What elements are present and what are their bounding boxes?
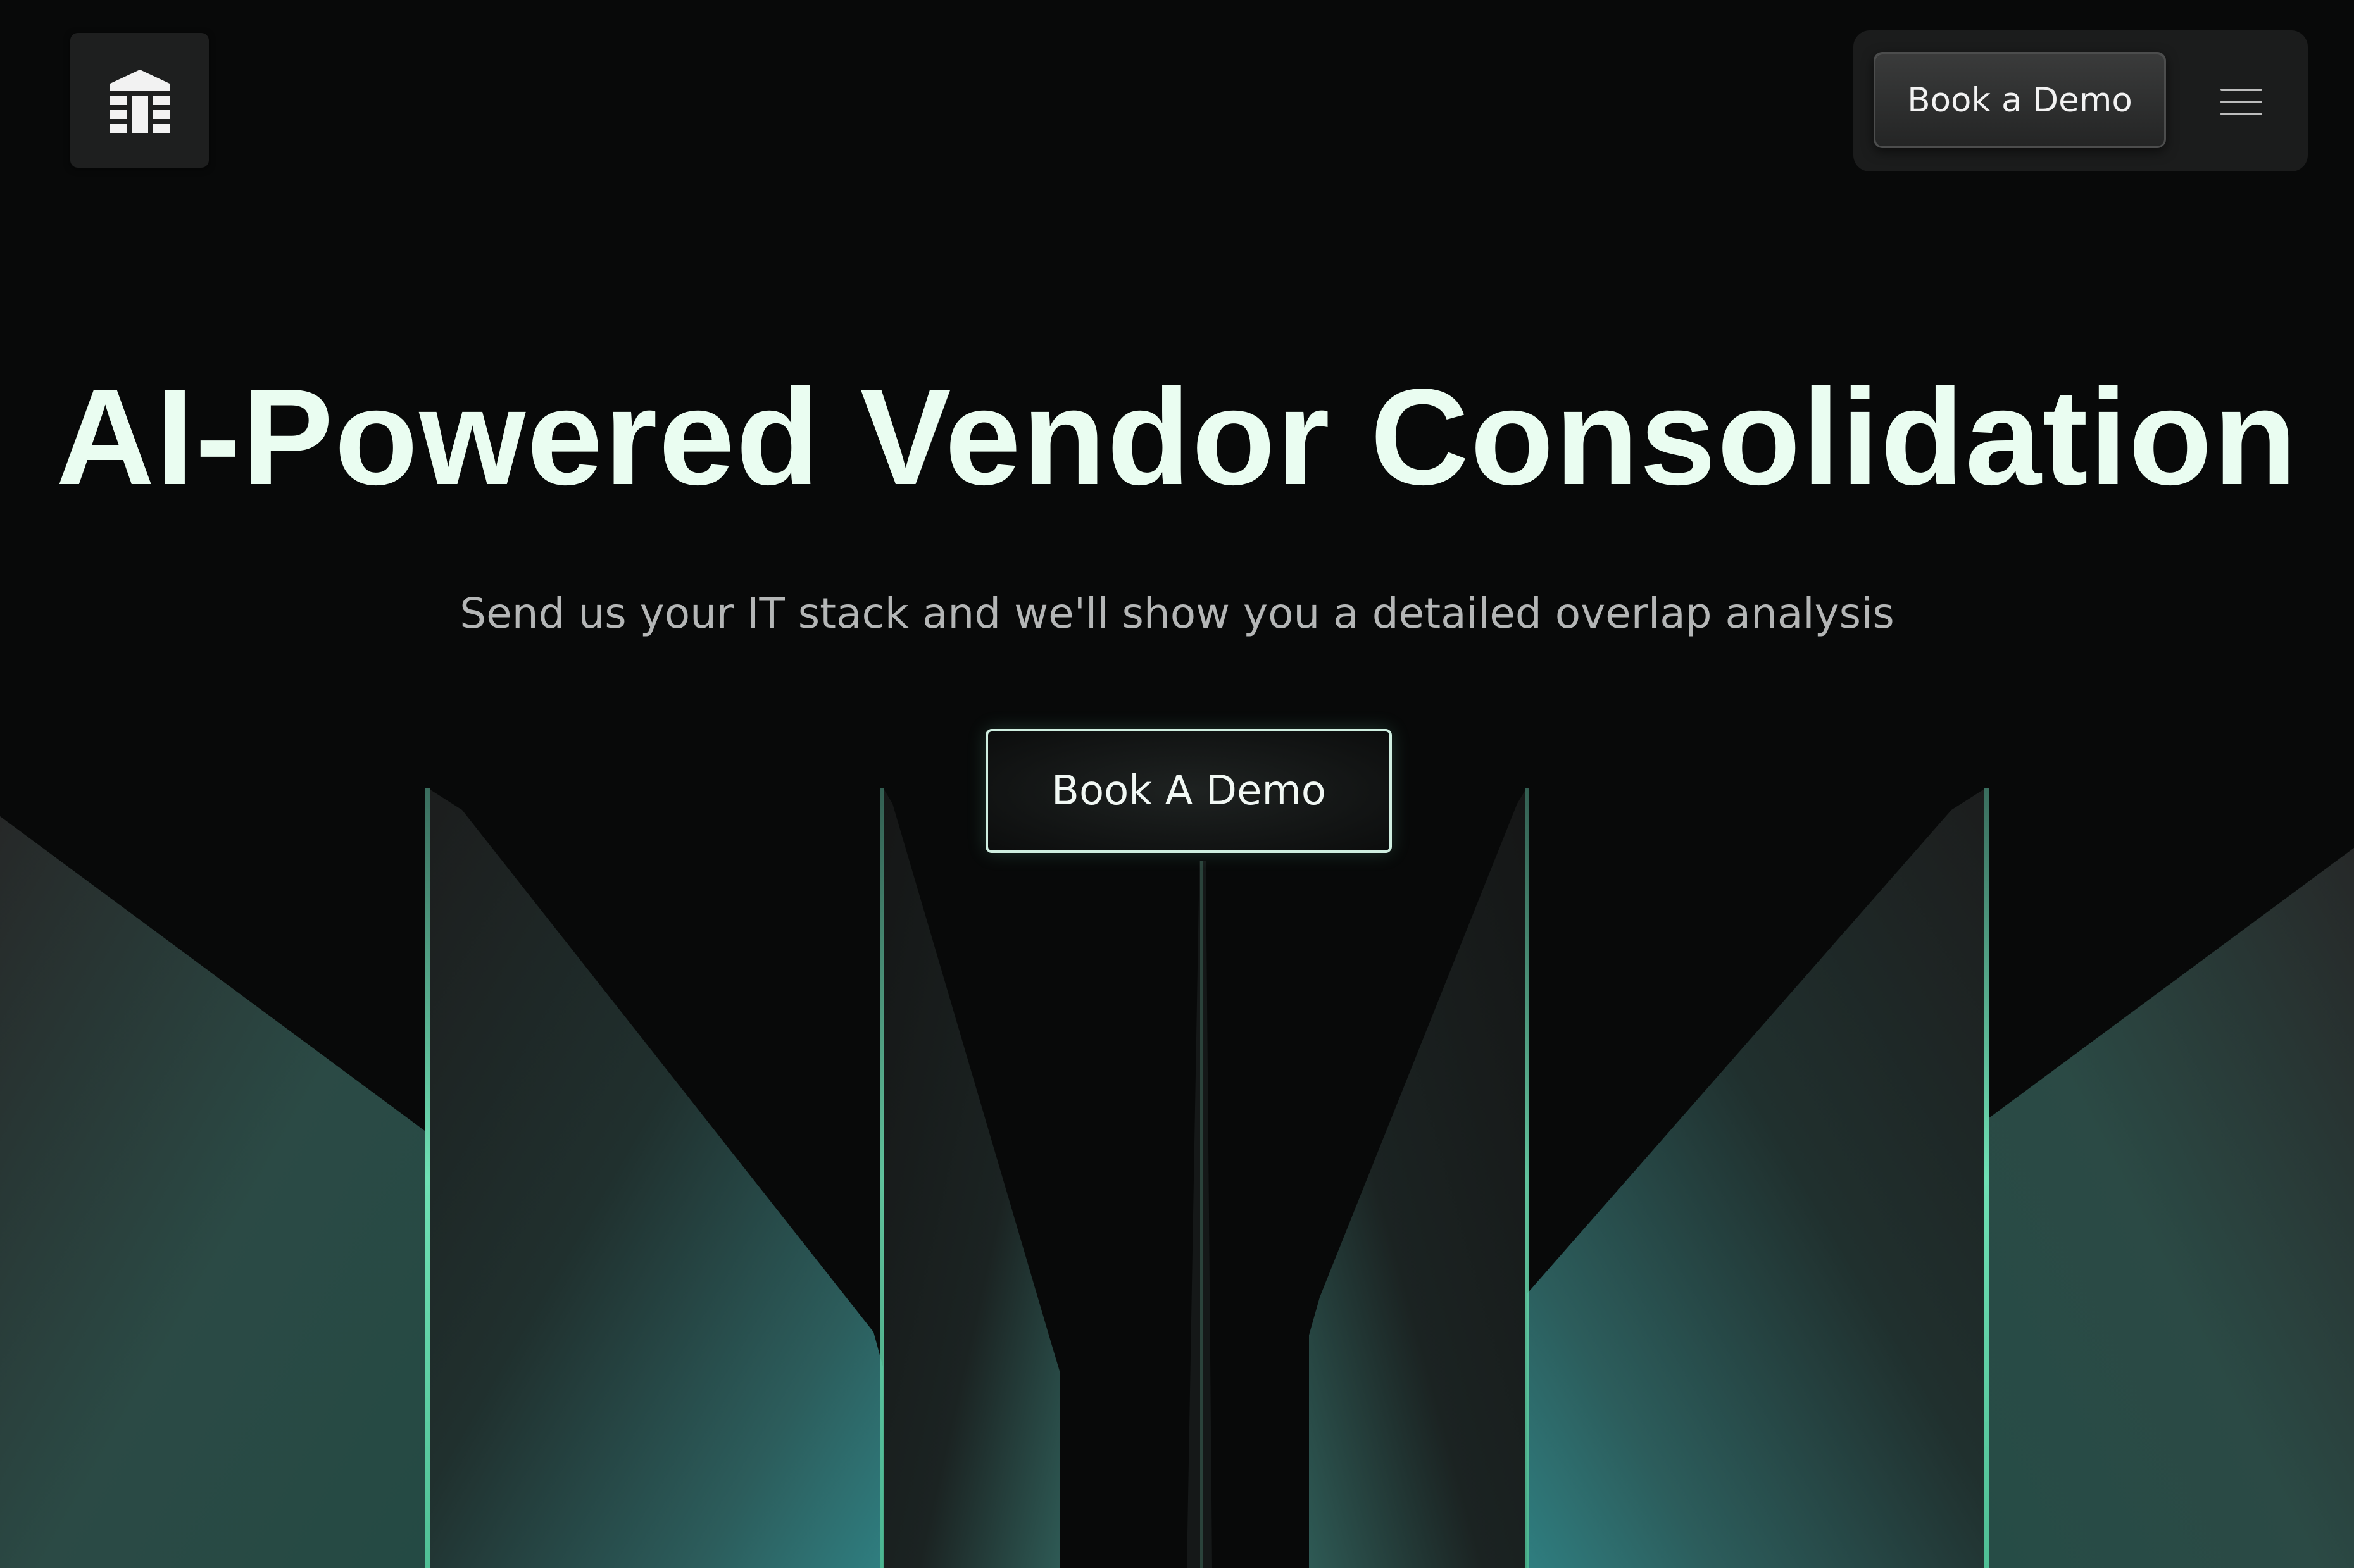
menu-button[interactable] (2214, 84, 2275, 120)
hamburger-menu-icon (2220, 89, 2262, 115)
logo[interactable] (70, 33, 209, 168)
edge-glow-3 (1525, 788, 1529, 1568)
building-logo-icon (110, 69, 170, 133)
hero-title: AI-Powered Vendor Consolidation (56, 360, 2298, 513)
hero-book-demo-button[interactable]: Book A Demo (986, 729, 1392, 853)
edge-glow-4 (1984, 788, 1989, 1568)
nav-book-demo-button[interactable]: Book a Demo (1874, 52, 2166, 148)
edge-glow-2 (880, 788, 884, 1568)
edge-glow-5 (1200, 861, 1203, 1568)
edge-glow-1 (425, 788, 430, 1568)
top-nav: Book a Demo (1853, 30, 2308, 171)
hero-subtitle: Send us your IT stack and we'll show you… (460, 589, 1894, 638)
